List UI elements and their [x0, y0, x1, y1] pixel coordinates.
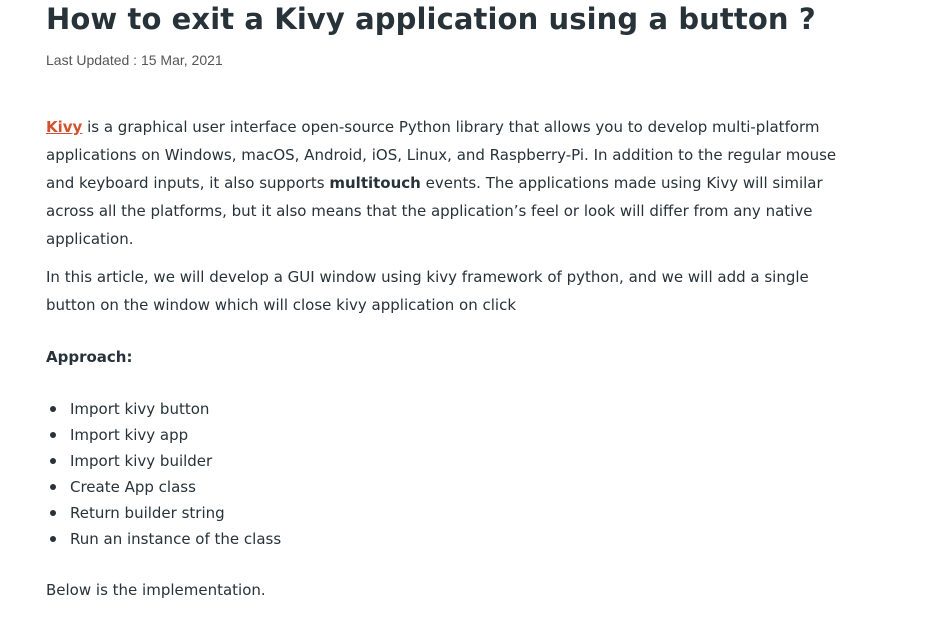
intro-bold: multitouch [329, 174, 421, 192]
bullet-icon [50, 432, 56, 438]
list-item: Import kivy button [46, 396, 281, 422]
article-paragraph: In this article, we will develop a GUI w… [46, 268, 809, 314]
article: How to exit a Kivy application using a b… [46, 0, 866, 599]
intro-paragraph: Kivy is a graphical user interface open-… [46, 113, 861, 253]
list-item-text: Import kivy builder [70, 452, 213, 470]
last-updated: Last Updated : 15 Mar, 2021 [46, 50, 866, 70]
approach-heading: Approach: [46, 348, 133, 366]
list-item: Import kivy app [46, 422, 281, 448]
list-item: Return builder string [46, 500, 281, 526]
last-updated-date: 15 Mar, 2021 [140, 52, 223, 68]
list-item: Create App class [46, 474, 281, 500]
kivy-link[interactable]: Kivy [46, 118, 82, 136]
approach-list: Import kivy button Import kivy app Impor… [46, 396, 281, 552]
bullet-icon [50, 458, 56, 464]
bullet-icon [50, 484, 56, 490]
list-item: Import kivy builder [46, 448, 281, 474]
article-title: How to exit a Kivy application using a b… [46, 2, 816, 36]
closing-text: Below is the implementation. [46, 581, 266, 599]
bullet-icon [50, 406, 56, 412]
list-item-text: Import kivy app [70, 426, 189, 444]
bullet-icon [50, 510, 56, 516]
list-item-text: Create App class [70, 478, 196, 496]
list-item-text: Import kivy button [70, 400, 210, 418]
list-item: Run an instance of the class [46, 526, 281, 552]
last-updated-label: Last Updated : [46, 52, 141, 68]
bullet-icon [50, 536, 56, 542]
list-item-text: Run an instance of the class [70, 530, 282, 548]
list-item-text: Return builder string [70, 504, 225, 522]
